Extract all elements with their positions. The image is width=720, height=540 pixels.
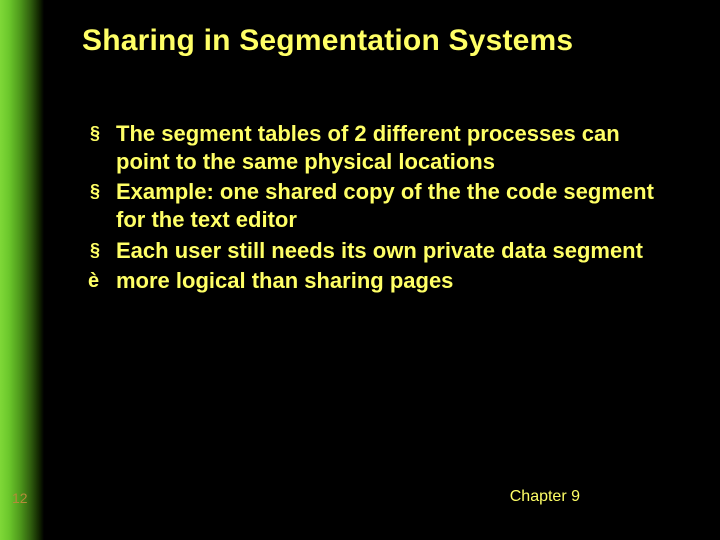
bullet-item: § The segment tables of 2 different proc…	[88, 120, 658, 176]
bullet-text: Each user still needs its own private da…	[116, 237, 658, 265]
bullet-marker-icon: §	[88, 120, 116, 147]
bullet-item: § Each user still needs its own private …	[88, 237, 658, 265]
bullet-text: more logical than sharing pages	[116, 267, 658, 295]
page-number: 12	[12, 490, 28, 506]
title-area: Sharing in Segmentation Systems	[82, 24, 682, 58]
bullet-item: è more logical than sharing pages	[88, 267, 658, 295]
bullet-item: § Example: one shared copy of the the co…	[88, 178, 658, 234]
arrow-marker-icon: è	[88, 267, 116, 295]
bullet-marker-icon: §	[88, 178, 116, 205]
bullet-text: Example: one shared copy of the the code…	[116, 178, 658, 234]
slide-title: Sharing in Segmentation Systems	[82, 24, 682, 58]
slide-body: § The segment tables of 2 different proc…	[88, 120, 658, 297]
bullet-marker-icon: §	[88, 237, 116, 264]
left-gradient-decoration	[0, 0, 44, 540]
bullet-text: The segment tables of 2 different proces…	[116, 120, 658, 176]
chapter-label: Chapter 9	[510, 488, 580, 506]
